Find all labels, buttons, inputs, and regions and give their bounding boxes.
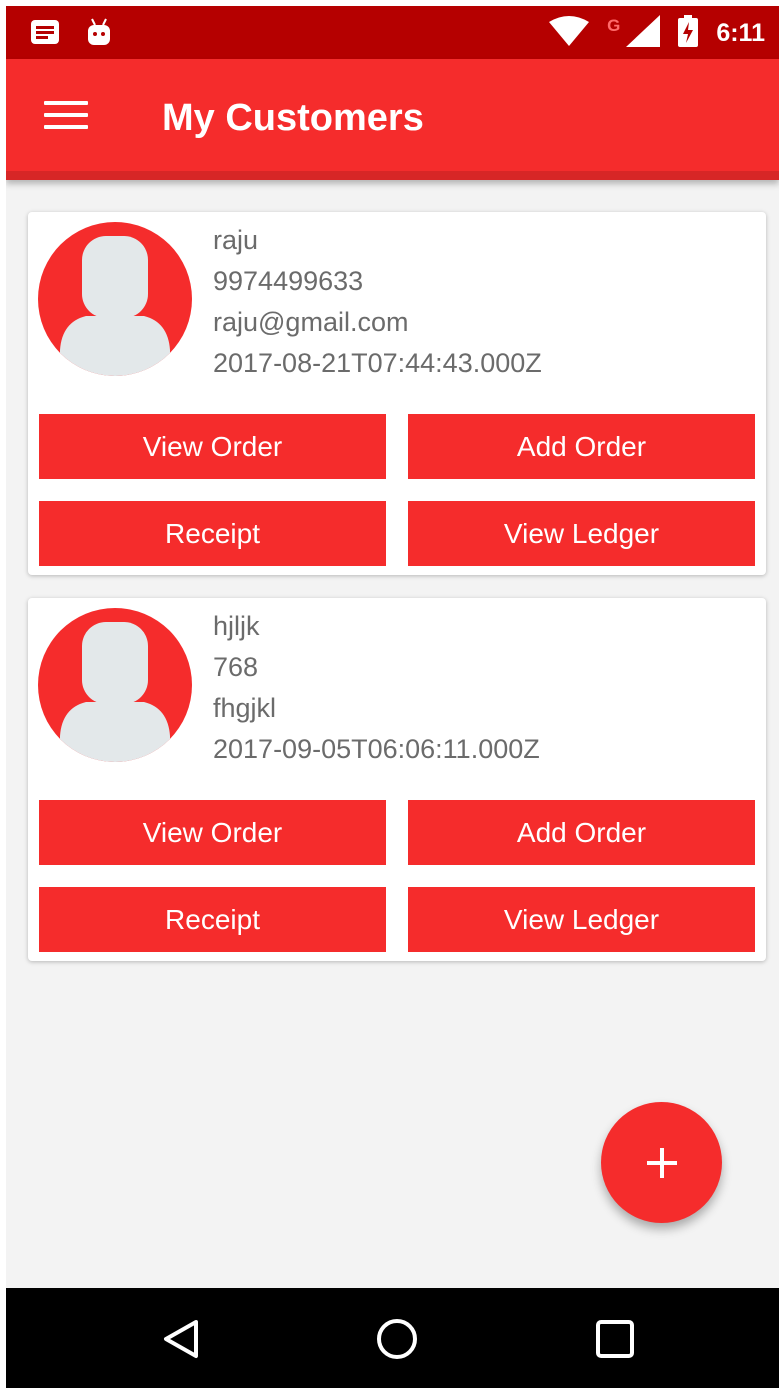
plus-icon <box>646 1147 677 1178</box>
android-icon <box>86 18 112 50</box>
status-bar: G 6:11 <box>6 6 779 59</box>
customer-name: hjljk <box>213 611 260 641</box>
view-ledger-button[interactable]: View Ledger <box>408 501 755 566</box>
customer-email: raju@gmail.com <box>213 307 409 337</box>
device-screen: G 6:11 My Customers raju 9974499633 raju… <box>6 6 779 1388</box>
customer-email: fhgjkl <box>213 693 277 723</box>
customer-name: raju <box>213 225 259 255</box>
receipt-button[interactable]: Receipt <box>39 501 386 566</box>
notification-icon <box>30 19 60 49</box>
customer-card: raju 9974499633 raju@gmail.com 2017-08-2… <box>28 212 766 575</box>
add-order-button[interactable]: Add Order <box>408 414 755 479</box>
page-title: My Customers <box>162 97 424 139</box>
hamburger-menu-icon[interactable] <box>44 101 88 133</box>
view-ledger-button[interactable]: View Ledger <box>408 887 755 952</box>
customer-info: hjljk 768 fhgjkl 2017-09-05T06:06:11.000… <box>213 606 540 770</box>
customer-phone: 768 <box>213 652 259 682</box>
signal-icon <box>626 15 661 51</box>
view-order-button[interactable]: View Order <box>39 800 386 865</box>
customer-created-date: 2017-08-21T07:44:43.000Z <box>213 348 542 378</box>
receipt-button[interactable]: Receipt <box>39 887 386 952</box>
avatar-icon <box>38 222 192 376</box>
customer-card: hjljk 768 fhgjkl 2017-09-05T06:06:11.000… <box>28 598 766 961</box>
status-time: 6:11 <box>716 18 765 47</box>
app-bar: My Customers <box>6 59 779 180</box>
add-order-button[interactable]: Add Order <box>408 800 755 865</box>
add-customer-button[interactable] <box>601 1102 722 1223</box>
avatar-icon <box>38 608 192 762</box>
wifi-icon <box>549 16 590 50</box>
customer-info: raju 9974499633 raju@gmail.com 2017-08-2… <box>213 220 542 384</box>
recents-icon[interactable] <box>592 1316 638 1362</box>
home-icon[interactable] <box>374 1316 420 1362</box>
network-type-label: G <box>607 16 621 35</box>
back-icon[interactable] <box>158 1316 204 1362</box>
system-nav-bar <box>6 1288 779 1388</box>
battery-charging-icon <box>678 15 699 51</box>
customer-phone: 9974499633 <box>213 266 364 296</box>
customer-created-date: 2017-09-05T06:06:11.000Z <box>213 734 540 764</box>
view-order-button[interactable]: View Order <box>39 414 386 479</box>
